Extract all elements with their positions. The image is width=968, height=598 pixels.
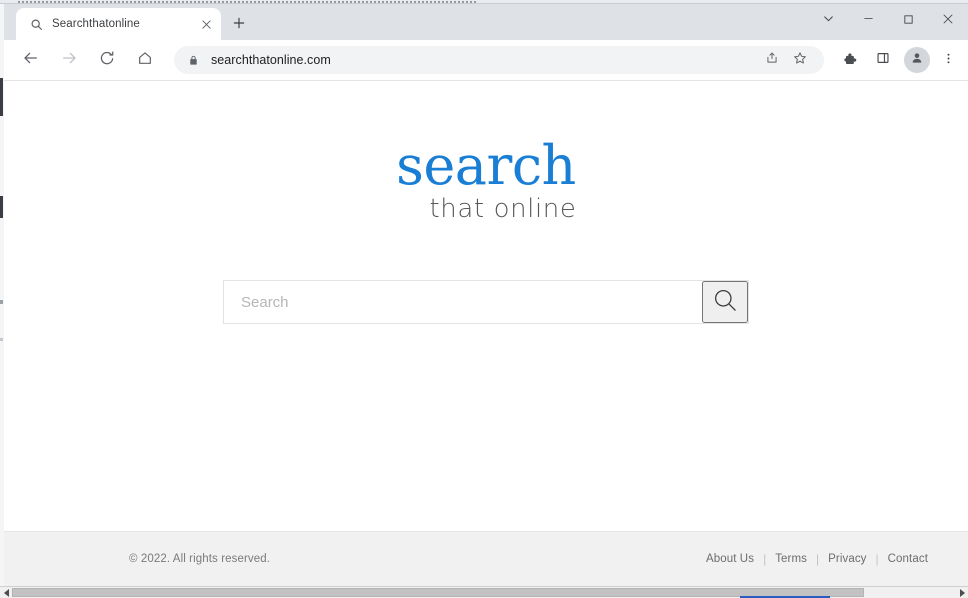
- triangle-right-icon[interactable]: [956, 587, 967, 598]
- chevron-down-icon: [822, 12, 835, 30]
- browser-toolbar: searchthatonline.com: [4, 40, 968, 80]
- tab-search-chevron-button[interactable]: [808, 4, 848, 38]
- address-bar[interactable]: searchthatonline.com: [174, 46, 824, 74]
- background-window-texture: [18, 1, 478, 3]
- window-maximize-button[interactable]: [888, 4, 928, 38]
- share-icon: [765, 51, 779, 70]
- background-fragment: [0, 338, 3, 341]
- address-bar-url: searchthatonline.com: [211, 53, 331, 67]
- os-horizontal-scrollbar[interactable]: [0, 586, 968, 598]
- home-icon: [137, 50, 153, 71]
- search-submit-button[interactable]: [702, 281, 748, 323]
- maximize-icon: [903, 12, 914, 30]
- reload-icon: [99, 50, 115, 71]
- close-icon: [942, 12, 954, 30]
- footer-link-contact[interactable]: Contact: [888, 553, 928, 565]
- home-button[interactable]: [131, 46, 159, 74]
- plus-icon: [232, 16, 246, 35]
- search-form[interactable]: [223, 280, 749, 324]
- three-dot-menu-icon: [942, 52, 955, 69]
- minimize-icon: [862, 12, 875, 30]
- magnifier-icon: [712, 287, 739, 317]
- share-button[interactable]: [760, 48, 784, 72]
- background-fragment: [0, 78, 3, 116]
- bookmark-button[interactable]: [788, 48, 812, 72]
- address-bar-actions: [756, 48, 812, 72]
- puzzle-piece-icon: [842, 50, 857, 70]
- window-close-button[interactable]: [928, 4, 968, 38]
- background-fragment: [0, 196, 3, 218]
- side-panel-icon: [876, 51, 890, 70]
- lock-icon: [186, 53, 200, 67]
- site-logo-primary-text: search: [396, 134, 576, 197]
- arrow-right-icon: [61, 50, 77, 71]
- profile-button[interactable]: [904, 47, 930, 73]
- footer-separator: |: [763, 552, 767, 566]
- search-area: [223, 280, 749, 324]
- search-icon: [28, 16, 44, 32]
- page-footer: © 2022. All rights reserved. About Us | …: [4, 531, 968, 586]
- scrollbar-thumb[interactable]: [12, 588, 864, 597]
- copyright-text: © 2022. All rights reserved.: [129, 553, 271, 565]
- arrow-left-icon: [23, 50, 39, 71]
- browser-menu-button[interactable]: [936, 46, 960, 74]
- site-logo-secondary-text: that online: [429, 194, 577, 224]
- browser-tab-title: Searchthatonline: [52, 18, 140, 30]
- window-controls: [808, 4, 968, 38]
- footer-separator: |: [816, 552, 820, 566]
- triangle-left-icon[interactable]: [1, 587, 12, 598]
- forward-button[interactable]: [55, 46, 83, 74]
- browser-tab-searchthatonline[interactable]: Searchthatonline: [16, 8, 221, 40]
- browser-tab-strip: Searchthatonline: [4, 4, 968, 40]
- footer-link-terms[interactable]: Terms: [775, 553, 807, 565]
- footer-link-about-us[interactable]: About Us: [706, 553, 754, 565]
- site-logo: search that online: [4, 139, 968, 224]
- back-button[interactable]: [17, 46, 45, 74]
- footer-link-privacy[interactable]: Privacy: [828, 553, 866, 565]
- avatar-person-icon: [910, 51, 924, 70]
- side-panel-button[interactable]: [869, 46, 897, 74]
- window-minimize-button[interactable]: [848, 4, 888, 38]
- star-icon: [793, 51, 807, 70]
- new-tab-button[interactable]: [226, 12, 252, 38]
- page-content: search that online: [4, 81, 968, 531]
- search-input[interactable]: [224, 281, 702, 323]
- close-icon[interactable]: [197, 15, 215, 33]
- screenshot-root: Searchthatonline searchthatonline.com se…: [0, 0, 968, 598]
- reload-button[interactable]: [93, 46, 121, 74]
- extensions-button[interactable]: [835, 46, 863, 74]
- browser-window: Searchthatonline searchthatonline.com se…: [4, 4, 968, 586]
- page-viewport: search that online Search © 2022. All ri…: [4, 80, 968, 586]
- footer-separator: |: [875, 552, 879, 566]
- footer-links: About Us | Terms | Privacy | Contact: [706, 552, 928, 566]
- background-fragment: [0, 300, 3, 304]
